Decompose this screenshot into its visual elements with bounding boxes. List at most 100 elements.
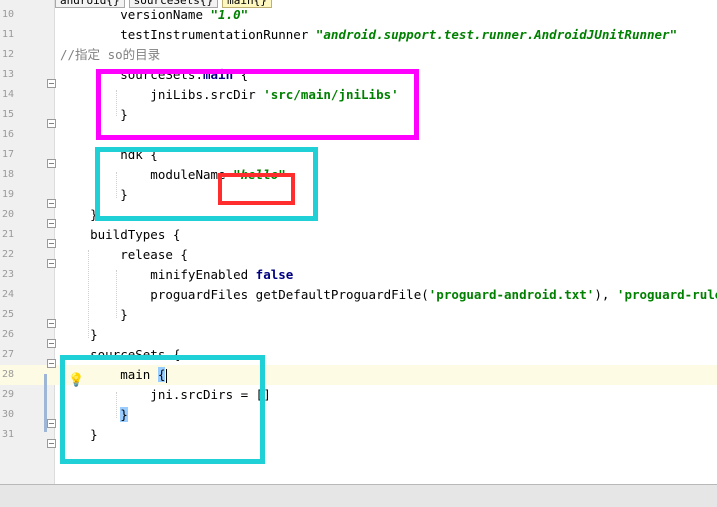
breadcrumb-item-sourcesets[interactable]: sourceSets{} [128, 0, 219, 8]
code-token: minifyEnabled [60, 267, 256, 282]
code-line[interactable]: 31 } [0, 425, 717, 445]
code-token: release { [60, 247, 188, 262]
line-number: 20 [1, 209, 14, 220]
indent-guide [116, 172, 117, 198]
code-token: jniLibs.srcDir [60, 87, 264, 102]
line-number: 15 [1, 109, 14, 120]
code-line[interactable]: 23 minifyEnabled false [0, 265, 717, 285]
code-token: "hello" [233, 167, 286, 182]
code-line[interactable]: 29 jni.srcDirs = [] [0, 385, 717, 405]
code-line[interactable]: 16 [0, 125, 717, 145]
line-number: 11 [1, 29, 14, 40]
code-line[interactable]: 21 buildTypes { [0, 225, 717, 245]
code-token: testInstrumentationRunner [60, 27, 316, 42]
code-text: } [60, 105, 128, 125]
code-token: jni.srcDirs = [] [60, 387, 271, 402]
fold-marker-icon[interactable] [47, 239, 56, 248]
line-number: 23 [1, 269, 14, 280]
line-number: 25 [1, 309, 14, 320]
code-text: ndk { [60, 145, 158, 165]
code-token: } [120, 407, 128, 422]
fold-marker-icon[interactable] [47, 219, 56, 228]
code-token: { [157, 367, 166, 382]
indent-guide [116, 90, 117, 116]
line-number: 14 [1, 89, 14, 100]
code-text: proguardFiles getDefaultProguardFile('pr… [60, 285, 717, 305]
code-line[interactable]: 24 proguardFiles getDefaultProguardFile(… [0, 285, 717, 305]
fold-marker-icon[interactable] [47, 359, 56, 368]
indent-guide [116, 392, 117, 418]
line-number: 27 [1, 349, 14, 360]
code-line[interactable]: 19 } [0, 185, 717, 205]
code-token: ), [594, 287, 617, 302]
code-text: moduleName "hello" [60, 165, 286, 185]
line-number: 19 [1, 189, 14, 200]
fold-marker-icon[interactable] [47, 339, 56, 348]
fold-marker-icon[interactable] [47, 199, 56, 208]
code-line[interactable]: 14 jniLibs.srcDir 'src/main/jniLibs' [0, 85, 717, 105]
indent-guide [88, 250, 89, 338]
line-number: 13 [1, 69, 14, 80]
code-line[interactable]: 25 } [0, 305, 717, 325]
code-line[interactable]: 12 //指定 so的目录 [0, 45, 717, 65]
vcs-change-marker[interactable] [44, 374, 47, 432]
indent-guide [116, 270, 117, 318]
fold-marker-icon[interactable] [47, 439, 56, 448]
code-token: } [60, 207, 98, 222]
fold-marker-icon[interactable] [47, 319, 56, 328]
code-editor[interactable]: android{} sourceSets{} main{} 10 version… [0, 0, 717, 484]
line-number: 12 [1, 49, 14, 60]
line-number: 28 [1, 369, 14, 380]
code-line[interactable]: 28 main { [0, 365, 717, 385]
code-token: //指定 so的目录 [60, 47, 161, 62]
code-token: false [255, 267, 294, 282]
code-text: //指定 so的目录 [60, 45, 160, 65]
code-line[interactable]: 11 testInstrumentationRunner "android.su… [0, 25, 717, 45]
code-line[interactable]: 17 ndk { [0, 145, 717, 165]
code-token: } [60, 307, 128, 322]
line-number: 10 [1, 9, 14, 20]
code-line[interactable]: 13 sourceSets.main { [0, 65, 717, 85]
line-number: 30 [1, 409, 14, 420]
code-token: } [60, 427, 98, 442]
fold-marker-icon[interactable] [47, 419, 56, 428]
code-text: sourceSets.main { [60, 65, 248, 85]
fold-marker-icon[interactable] [47, 259, 56, 268]
code-token: 'proguard-rules [616, 287, 717, 302]
breadcrumb-item-main[interactable]: main{} [222, 0, 272, 8]
code-text: testInstrumentationRunner "android.suppo… [60, 25, 677, 45]
code-token: moduleName [60, 167, 234, 182]
line-number: 18 [1, 169, 14, 180]
code-token: buildTypes { [60, 227, 181, 242]
code-line[interactable]: 20 } [0, 205, 717, 225]
code-text: buildTypes { [60, 225, 180, 245]
code-text: } [60, 405, 128, 425]
line-number: 21 [1, 229, 14, 240]
code-line[interactable]: 26 } [0, 325, 717, 345]
code-line[interactable]: 15 } [0, 105, 717, 125]
breadcrumb-item-android[interactable]: android{} [55, 0, 125, 8]
code-line[interactable]: 27 sourceSets { [0, 345, 717, 365]
fold-marker-icon[interactable] [47, 119, 56, 128]
code-token: "1.0" [210, 7, 249, 22]
code-line[interactable]: 18 moduleName "hello" [0, 165, 717, 185]
code-token: versionName [60, 7, 211, 22]
code-line[interactable]: 22 release { [0, 245, 717, 265]
code-text: } [60, 425, 98, 445]
breadcrumb: android{} sourceSets{} main{} [55, 0, 272, 9]
lightbulb-icon[interactable]: 💡 [68, 374, 84, 388]
line-number: 29 [1, 389, 14, 400]
code-token: } [60, 187, 128, 202]
code-text: jniLibs.srcDir 'src/main/jniLibs' [60, 85, 398, 105]
status-bar [0, 484, 717, 507]
line-number: 22 [1, 249, 14, 260]
code-token: 'proguard-android.txt' [428, 287, 595, 302]
line-number: 26 [1, 329, 14, 340]
code-text: } [60, 205, 98, 225]
code-text: sourceSets { [60, 345, 180, 365]
fold-marker-icon[interactable] [47, 79, 56, 88]
code-token: main [203, 67, 234, 82]
code-line[interactable]: 30 } [0, 405, 717, 425]
fold-marker-icon[interactable] [47, 159, 56, 168]
